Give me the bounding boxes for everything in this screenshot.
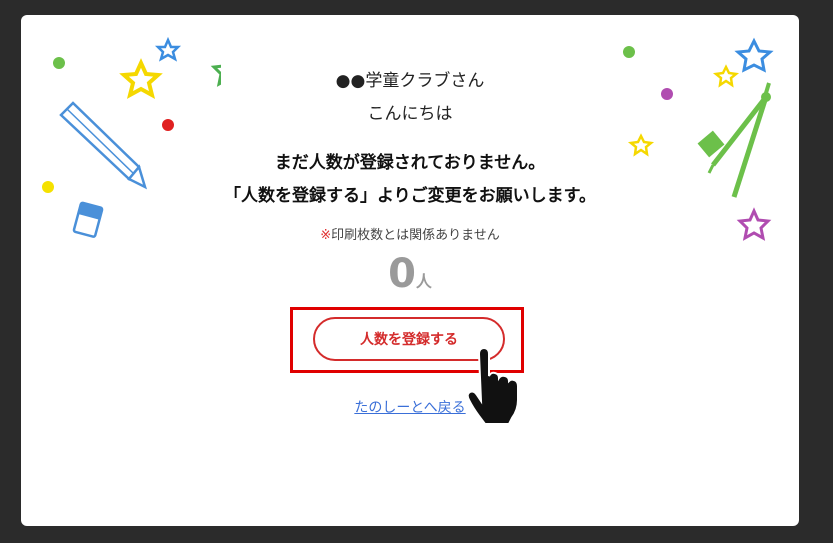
dot-icon: [623, 46, 635, 58]
message-line-2: 「人数を登録する」よりご変更をお願いします。: [224, 186, 596, 206]
star-icon: [734, 37, 774, 73]
people-count: 0人: [21, 251, 799, 297]
note-text: 印刷枚数とは関係ありません: [331, 228, 500, 243]
hand-pointer-icon: [467, 348, 519, 424]
message-line-1: まだ人数が登録されておりません。: [274, 153, 546, 173]
greeting-name: ●●学童クラブさん: [335, 71, 485, 91]
back-to-top-link[interactable]: たのしーとへ戻る: [21, 397, 799, 417]
greeting-hello: こんにちは: [367, 104, 453, 124]
note-mark: ※: [320, 228, 332, 243]
dialog-panel: ●●学童クラブさん こんにちは まだ人数が登録されておりません。 「人数を登録す…: [21, 15, 799, 526]
count-value: 0: [388, 251, 416, 297]
compass-icon: [697, 82, 771, 198]
note: ※印刷枚数とは関係ありません: [21, 224, 799, 243]
back-link-label: たのしーとへ戻る: [354, 400, 466, 416]
decor-right: [623, 37, 774, 241]
count-unit: 人: [415, 272, 432, 291]
star-icon: [154, 36, 182, 62]
decor-left: [42, 36, 221, 238]
dot-icon: [53, 57, 65, 69]
